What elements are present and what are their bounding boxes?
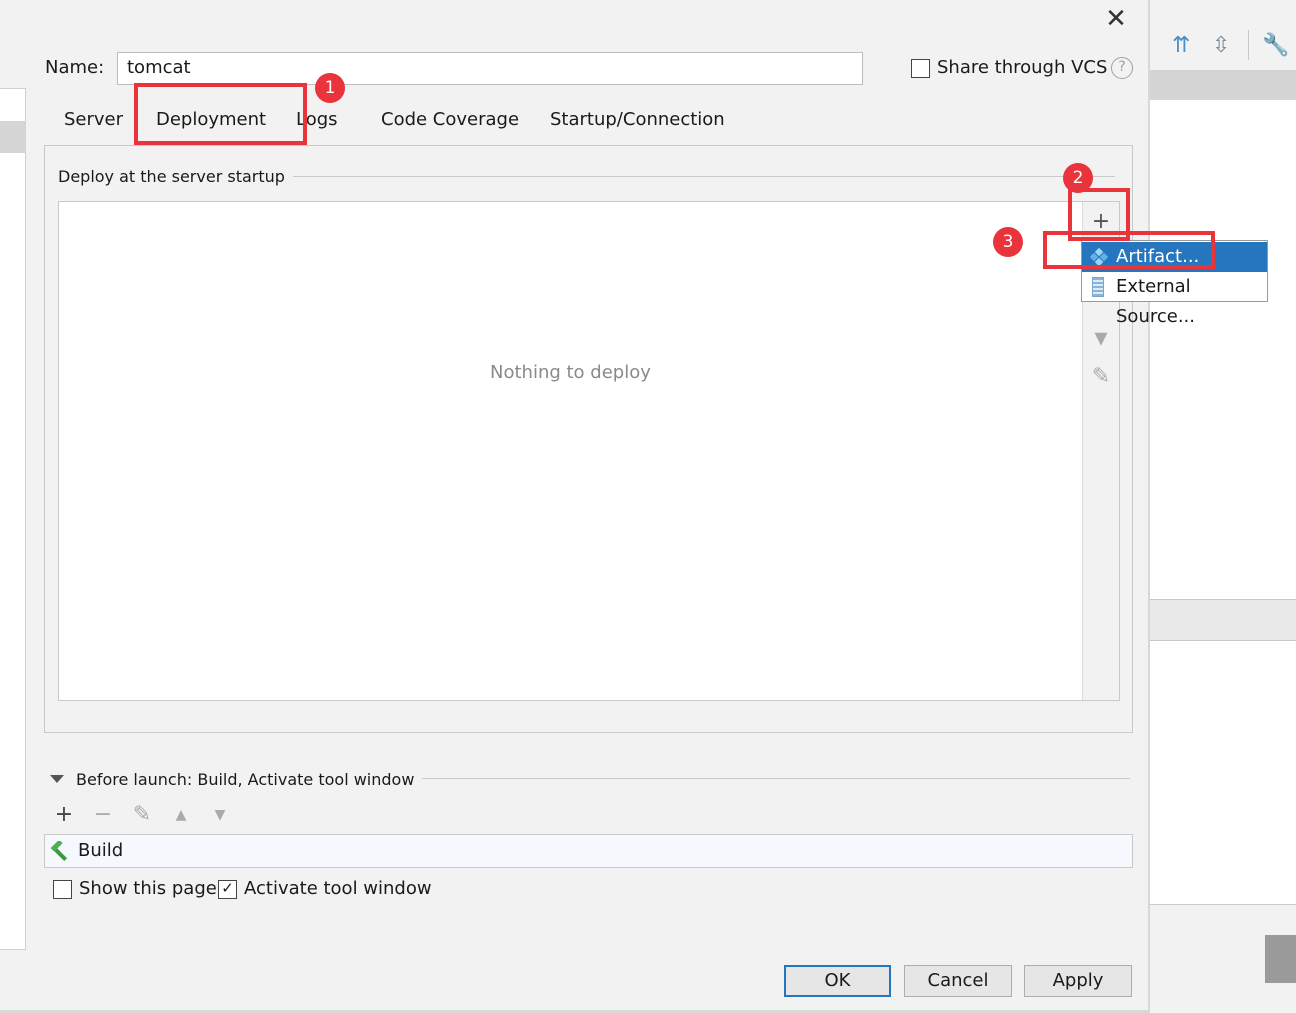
background-editor [1150,100,1296,600]
background-block [1265,935,1296,983]
ok-button[interactable]: OK [784,965,891,997]
empty-list-text: Nothing to deploy [490,362,651,383]
background-tree-selection [0,121,26,153]
callout-badge-2: 2 [1063,163,1093,193]
dialog-border [1148,0,1150,1013]
callout-badge-1: 1 [315,73,345,103]
cancel-button[interactable]: Cancel [904,965,1012,997]
before-launch-title: Before launch: Build, Activate tool wind… [76,770,423,789]
before-launch-list [44,834,1133,868]
name-label: Name: [45,57,105,78]
section-divider [280,176,1115,177]
background-panel [1150,640,1296,905]
share-vcs-label[interactable]: Share through VCS [937,57,1107,78]
wrench-icon[interactable]: 🔧 [1262,33,1289,58]
menu-item-external-source-label: External Source... [1116,276,1195,327]
background-gray-area [1150,600,1296,640]
show-this-page-checkbox[interactable] [53,880,72,899]
activate-tool-window-label[interactable]: Activate tool window [244,878,432,899]
collapse-arrow-icon[interactable] [50,775,64,783]
tab-code-coverage[interactable]: Code Coverage [381,109,519,130]
background-config-tree [0,88,26,950]
callout-badge-3: 3 [993,227,1023,257]
add-task-icon[interactable]: + [53,804,75,826]
toolbar-separator [1248,30,1249,60]
move-down-icon[interactable]: ▾ [1090,325,1112,351]
tab-server[interactable]: Server [64,109,123,130]
remove-task-icon[interactable]: − [92,804,114,826]
external-source-icon [1092,277,1104,297]
background-strip [1150,70,1296,100]
show-this-page-label[interactable]: Show this page [79,878,217,899]
edit-icon[interactable]: ✎ [1090,366,1112,388]
apply-button[interactable]: Apply [1024,965,1132,997]
run-configuration-dialog: ⇈ ⇳ 🔧 ✕ Name: tomcat Share through VCS ?… [0,0,1296,1013]
move-up-icon[interactable]: ▲ [170,804,192,826]
share-vcs-checkbox[interactable] [911,59,930,78]
expand-all-icon[interactable]: ⇈ [1172,33,1190,58]
help-icon[interactable]: ? [1111,57,1133,79]
task-build[interactable]: Build [78,840,123,861]
hammer-icon [50,841,68,861]
callout-box-1 [134,83,307,145]
deployment-list[interactable] [58,201,1120,701]
background-ide-panel: ⇈ ⇳ 🔧 [1150,0,1296,1013]
name-field[interactable]: tomcat [117,52,863,85]
edit-task-icon[interactable]: ✎ [131,804,153,826]
callout-box-3 [1043,231,1215,269]
tab-startup-connection[interactable]: Startup/Connection [550,109,725,130]
before-launch-divider [408,778,1130,779]
close-icon[interactable]: ✕ [1102,6,1130,34]
deploy-section-title: Deploy at the server startup [58,167,293,186]
collapse-all-icon[interactable]: ⇳ [1212,33,1230,58]
move-down-task-icon[interactable]: ▼ [209,804,231,826]
menu-item-external-source[interactable]: External Source... [1082,272,1267,327]
activate-tool-window-checkbox[interactable]: ✓ [218,880,237,899]
